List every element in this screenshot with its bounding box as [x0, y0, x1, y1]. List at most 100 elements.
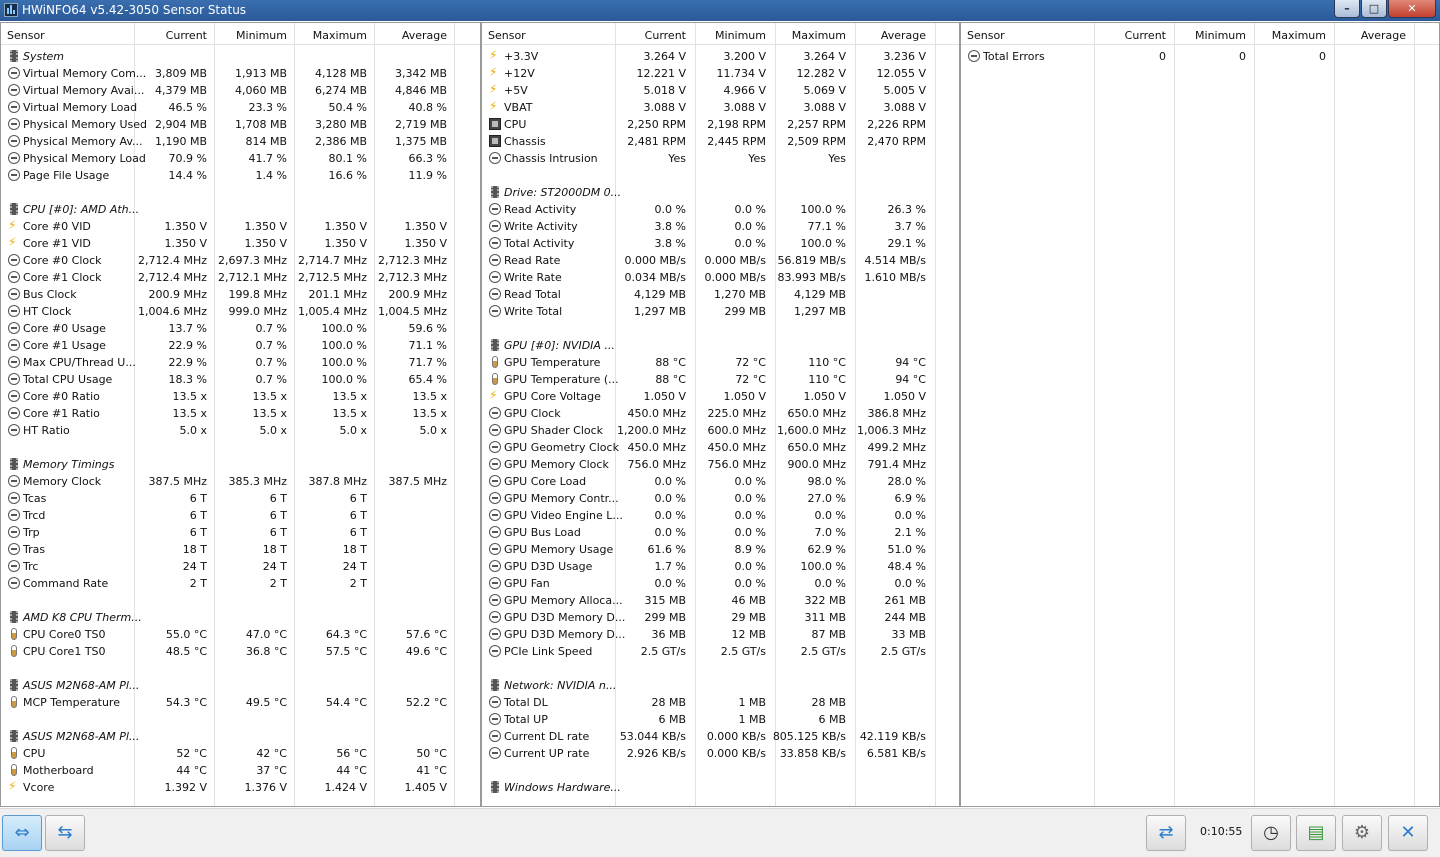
expand-columns-button[interactable]: ⇔ [2, 815, 42, 851]
sensor-row[interactable]: Core #1 Usage 22.9 % 0.7 % 100.0 % 71.1 % [1, 338, 480, 355]
sensor-row[interactable]: Physical Memory Used 2,904 MB 1,708 MB 3,28… [1, 117, 480, 134]
sensor-row[interactable]: Write Rate 0.034 MB/s 0.000 MB/s 83.993 MB/… [482, 270, 959, 287]
sensor-row[interactable]: Core #0 Ratio 13.5 x 13.5 x 13.5 x 13.5 x [1, 389, 480, 406]
report-button[interactable]: ▤ [1296, 815, 1336, 851]
header-average[interactable]: Average [1361, 29, 1406, 42]
sensor-row[interactable]: CPU 2,250 RPM 2,198 RPM 2,257 RPM 2,226 RPM [482, 117, 959, 134]
sensor-row[interactable]: GPU Memory Clock 756.0 MHz 756.0 MHz 900.0 … [482, 457, 959, 474]
sensor-group[interactable]: GPU [#0]: NVIDIA ... [482, 338, 959, 355]
sensor-row[interactable]: GPU Temperature (... 88 °C 72 °C 110 °C 94 °… [482, 372, 959, 389]
sensor-row[interactable]: GPU D3D Usage 1.7 % 0.0 % 100.0 % 48.4 % [482, 559, 959, 576]
sensor-group[interactable]: CPU [#0]: AMD Ath... [1, 202, 480, 219]
sensor-row[interactable]: Max CPU/Thread U... 22.9 % 0.7 % 100.0 % 71.… [1, 355, 480, 372]
sensor-row[interactable]: Core #0 Usage 13.7 % 0.7 % 100.0 % 59.6 % [1, 321, 480, 338]
close-sensors-button[interactable]: ✕ [1388, 815, 1428, 851]
close-window-button[interactable]: ✕ [1388, 0, 1436, 18]
sensor-row[interactable]: Trcd 6 T 6 T 6 T [1, 508, 480, 525]
sensor-row[interactable]: Page File Usage 14.4 % 1.4 % 16.6 % 11.9 % [1, 168, 480, 185]
sensor-row[interactable]: Read Rate 0.000 MB/s 0.000 MB/s 56.819 MB/s… [482, 253, 959, 270]
sensor-row[interactable]: Virtual Memory Avai... 4,379 MB 4,060 MB 6,… [1, 83, 480, 100]
sensor-row[interactable]: Tcas 6 T 6 T 6 T [1, 491, 480, 508]
sensor-row[interactable]: Trc 24 T 24 T 24 T [1, 559, 480, 576]
header-average[interactable]: Average [881, 29, 926, 42]
header-average[interactable]: Average [402, 29, 447, 42]
sensor-row[interactable]: Core #0 VID 1.350 V 1.350 V 1.350 V 1.350 V [1, 218, 480, 236]
sensor-pane-3[interactable]: Sensor Current Minimum Maximum Average Total … [960, 22, 1440, 807]
sensor-row[interactable]: Current DL rate 53.044 KB/s 0.000 KB/s 805.… [482, 729, 959, 746]
sensor-row[interactable]: +12V 12.221 V 11.734 V 12.282 V 12.055 V [482, 65, 959, 83]
sensor-row[interactable]: GPU Core Voltage 1.050 V 1.050 V 1.050 V 1.0… [482, 388, 959, 406]
sensor-row[interactable]: Total UP 6 MB 1 MB 6 MB [482, 712, 959, 729]
sensor-group[interactable]: ASUS M2N68-AM Pl... [1, 729, 480, 746]
header-minimum[interactable]: Minimum [715, 29, 766, 42]
sensor-row[interactable]: Physical Memory Load 70.9 % 41.7 % 80.1 % 66… [1, 151, 480, 168]
sensor-group[interactable]: Network: NVIDIA n... [482, 678, 959, 695]
sensor-row[interactable]: CPU 52 °C 42 °C 56 °C 50 °C [1, 746, 480, 763]
sensor-pane-1[interactable]: Sensor Current Minimum Maximum Average System… [0, 22, 481, 807]
sensor-row[interactable]: Command Rate 2 T 2 T 2 T [1, 576, 480, 593]
sensor-row[interactable]: GPU Core Load 0.0 % 0.0 % 98.0 % 28.0 % [482, 474, 959, 491]
sensor-row[interactable]: Total Errors 0 0 0 [961, 49, 1439, 66]
sensor-row[interactable]: GPU Fan 0.0 % 0.0 % 0.0 % 0.0 % [482, 576, 959, 593]
sensor-row[interactable]: Vcore 1.392 V 1.376 V 1.424 V 1.405 V [1, 779, 480, 797]
sensor-row[interactable]: GPU Video Engine L... 0.0 % 0.0 % 0.0 % 0.0 … [482, 508, 959, 525]
sensor-group[interactable]: System [1, 49, 480, 66]
sensor-row[interactable]: GPU Temperature 88 °C 72 °C 110 °C 94 °C [482, 355, 959, 372]
sensor-row[interactable]: Write Total 1,297 MB 299 MB 1,297 MB [482, 304, 959, 321]
sensor-row[interactable]: HT Ratio 5.0 x 5.0 x 5.0 x 5.0 x [1, 423, 480, 440]
sensor-row[interactable]: Tras 18 T 18 T 18 T [1, 542, 480, 559]
sensor-row[interactable]: GPU Memory Contr... 0.0 % 0.0 % 27.0 % 6.9 % [482, 491, 959, 508]
sensor-row[interactable]: Bus Clock 200.9 MHz 199.8 MHz 201.1 MHz 200.… [1, 287, 480, 304]
header-current[interactable]: Current [1125, 29, 1166, 42]
sensor-row[interactable]: GPU Geometry Clock 450.0 MHz 450.0 MHz 650.… [482, 440, 959, 457]
sensor-row[interactable]: Total CPU Usage 18.3 % 0.7 % 100.0 % 65.4 % [1, 372, 480, 389]
header-minimum[interactable]: Minimum [236, 29, 287, 42]
sensor-row[interactable]: Trp 6 T 6 T 6 T [1, 525, 480, 542]
sensor-row[interactable]: GPU Memory Alloca... 315 MB 46 MB 322 MB 261… [482, 593, 959, 610]
sensor-row[interactable]: +5V 5.018 V 4.966 V 5.069 V 5.005 V [482, 82, 959, 100]
sensor-pane-2[interactable]: Sensor Current Minimum Maximum Average +3.3V 3… [481, 22, 960, 807]
sensor-group[interactable]: Drive: ST2000DM 0... [482, 185, 959, 202]
sensor-row[interactable]: Read Total 4,129 MB 1,270 MB 4,129 MB [482, 287, 959, 304]
sensor-row[interactable]: GPU Bus Load 0.0 % 0.0 % 7.0 % 2.1 % [482, 525, 959, 542]
settings-button[interactable]: ⚙ [1342, 815, 1382, 851]
sensor-row[interactable]: Chassis Intrusion Yes Yes Yes [482, 151, 959, 168]
sensor-row[interactable]: Core #1 Ratio 13.5 x 13.5 x 13.5 x 13.5 x [1, 406, 480, 423]
sensor-group[interactable]: AMD K8 CPU Therm... [1, 610, 480, 627]
sensor-row[interactable]: +3.3V 3.264 V 3.200 V 3.264 V 3.236 V [482, 48, 959, 66]
sensor-row[interactable]: GPU Memory Usage 61.6 % 8.9 % 62.9 % 51.0 % [482, 542, 959, 559]
collapse-columns-button[interactable]: ⇆ [45, 815, 85, 851]
sensor-row[interactable]: Current UP rate 2.926 KB/s 0.000 KB/s 33.85… [482, 746, 959, 763]
sensor-row[interactable]: GPU Clock 450.0 MHz 225.0 MHz 650.0 MHz 386.… [482, 406, 959, 423]
header-maximum[interactable]: Maximum [792, 29, 846, 42]
sensor-row[interactable]: Write Activity 3.8 % 0.0 % 77.1 % 3.7 % [482, 219, 959, 236]
minimize-button[interactable]: – [1334, 0, 1360, 18]
sensor-row[interactable]: VBAT 3.088 V 3.088 V 3.088 V 3.088 V [482, 99, 959, 117]
sensor-row[interactable]: Total Activity 3.8 % 0.0 % 100.0 % 29.1 % [482, 236, 959, 253]
clock-button[interactable]: ◷ [1251, 815, 1291, 851]
sensor-row[interactable]: CPU Core1 TS0 48.5 °C 36.8 °C 57.5 °C 49.6 °… [1, 644, 480, 661]
header-maximum[interactable]: Maximum [313, 29, 367, 42]
header-sensor[interactable]: Sensor [7, 29, 45, 42]
sensor-row[interactable]: GPU D3D Memory D... 299 MB 29 MB 311 MB 244 … [482, 610, 959, 627]
header-maximum[interactable]: Maximum [1272, 29, 1326, 42]
sensor-row[interactable]: Total DL 28 MB 1 MB 28 MB [482, 695, 959, 712]
header-sensor[interactable]: Sensor [967, 29, 1005, 42]
sensor-row[interactable]: Read Activity 0.0 % 0.0 % 100.0 % 26.3 % [482, 202, 959, 219]
sensor-row[interactable]: Memory Clock 387.5 MHz 385.3 MHz 387.8 MHz 3… [1, 474, 480, 491]
sensor-row[interactable]: HT Clock 1,004.6 MHz 999.0 MHz 1,005.4 MHz 1… [1, 304, 480, 321]
sensor-row[interactable]: GPU D3D Memory D... 36 MB 12 MB 87 MB 33 MB [482, 627, 959, 644]
sensor-row[interactable]: CPU Core0 TS0 55.0 °C 47.0 °C 64.3 °C 57.6 °… [1, 627, 480, 644]
sensor-row[interactable]: Physical Memory Av... 1,190 MB 814 MB 2,386… [1, 134, 480, 151]
sensor-group[interactable]: Memory Timings [1, 457, 480, 474]
sensor-row[interactable]: GPU Shader Clock 1,200.0 MHz 600.0 MHz 1,60… [482, 423, 959, 440]
sensor-row[interactable]: Core #0 Clock 2,712.4 MHz 2,697.3 MHz 2,714… [1, 253, 480, 270]
sensor-row[interactable]: MCP Temperature 54.3 °C 49.5 °C 54.4 °C 52.2… [1, 695, 480, 712]
sensor-group[interactable]: Windows Hardware... [482, 780, 959, 797]
sensor-row[interactable]: Motherboard 44 °C 37 °C 44 °C 41 °C [1, 763, 480, 780]
sensor-row[interactable]: Core #1 VID 1.350 V 1.350 V 1.350 V 1.350 V [1, 235, 480, 253]
sensor-row[interactable]: Chassis 2,481 RPM 2,445 RPM 2,509 RPM 2,470 … [482, 134, 959, 151]
header-current[interactable]: Current [166, 29, 207, 42]
network-button[interactable]: ⇄ [1146, 815, 1186, 851]
sensor-row[interactable]: Virtual Memory Load 46.5 % 23.3 % 50.4 % 40.… [1, 100, 480, 117]
